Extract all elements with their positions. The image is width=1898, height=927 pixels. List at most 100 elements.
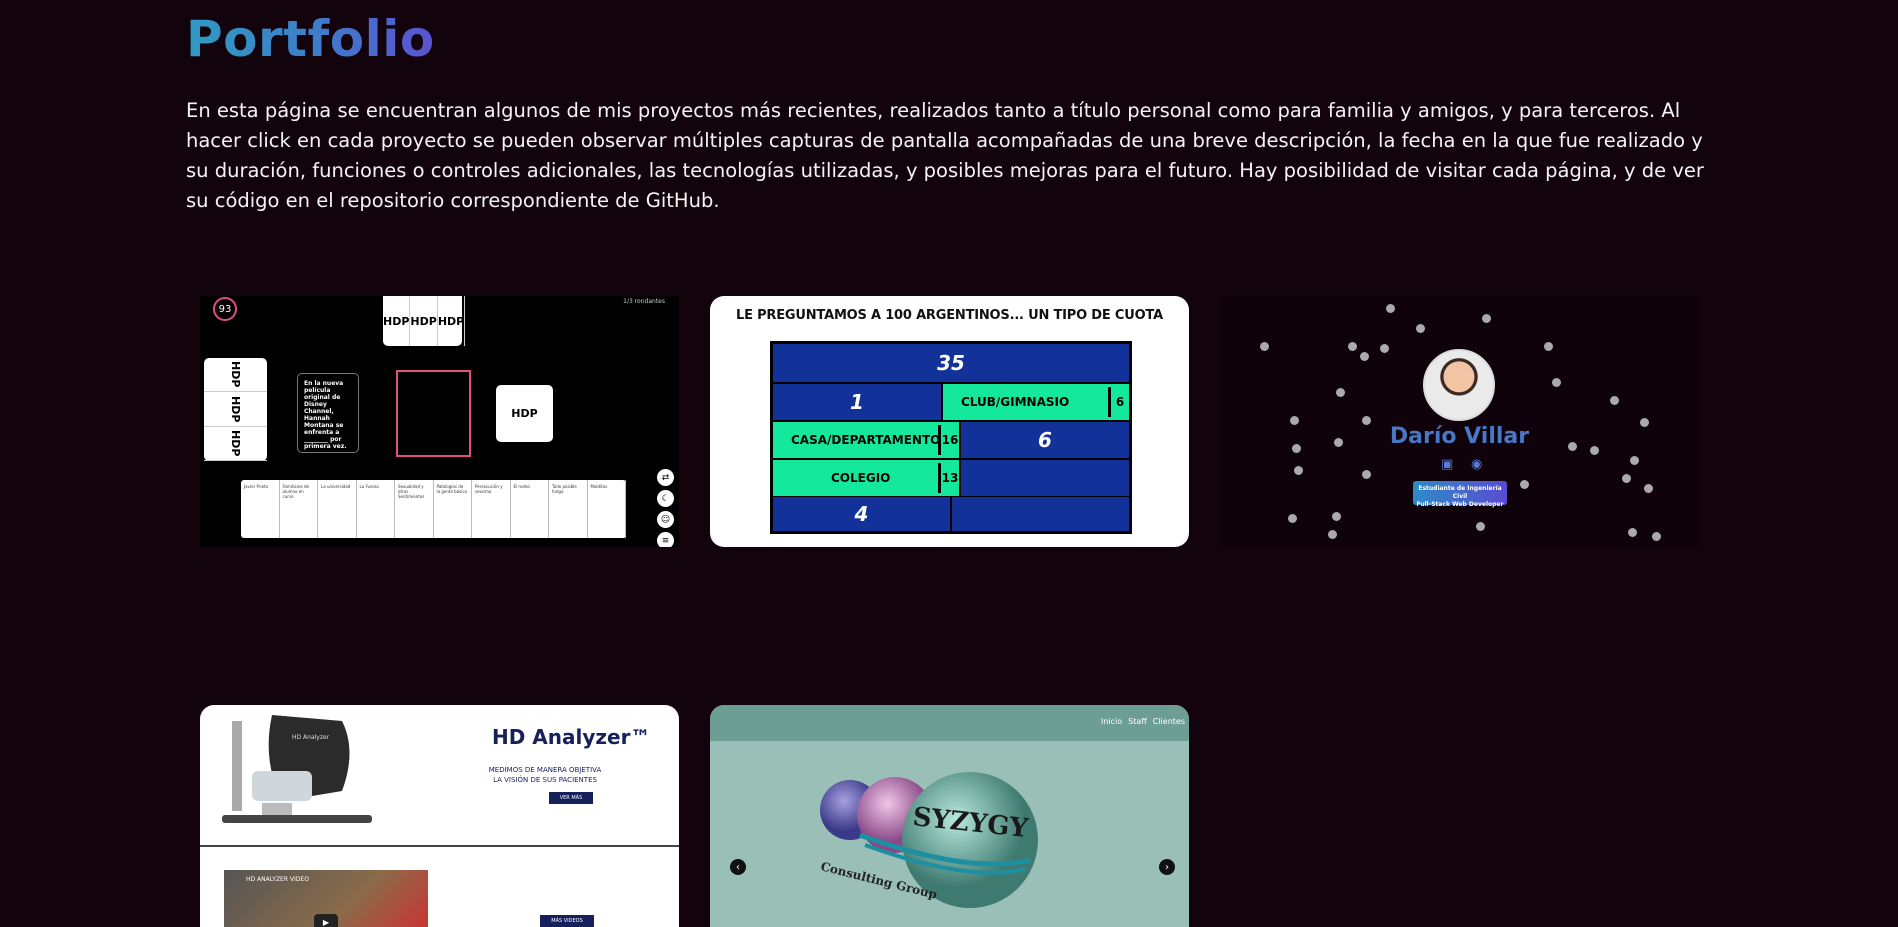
feud-answer: CLUB/GIMNASIO 6 xyxy=(942,383,1130,421)
particle xyxy=(1362,470,1371,479)
table-cell: Todo posible fuego xyxy=(549,480,588,538)
nav-link-clientes: Clientes xyxy=(1152,717,1185,726)
feud-cell xyxy=(960,459,1130,497)
video-thumbnail: HD ANALYZER VIDEO ▶ xyxy=(224,870,428,927)
github-icon: ◉ xyxy=(1471,457,1483,472)
hdp-card: HDP xyxy=(204,358,267,393)
hdp-card: HDP xyxy=(410,296,438,346)
feud-cell: 1 xyxy=(772,383,942,421)
feud-cell: 4 xyxy=(772,496,951,532)
particle xyxy=(1332,512,1341,521)
site-navbar: Inicio Staff Clientes xyxy=(710,705,1189,741)
feud-points: 13 xyxy=(938,463,959,493)
table-cell: La universidad xyxy=(318,480,357,538)
particle xyxy=(1380,344,1389,353)
feud-answer: CASA/DEPARTAMENTO 16 xyxy=(772,421,960,459)
hdp-card: HDP xyxy=(204,392,267,427)
page-title: Portfolio xyxy=(186,10,435,68)
table-cell: Familiares de alumno en curso xyxy=(280,480,318,538)
role-badge: Estudiante de Ingeniería Civil Full-Stac… xyxy=(1413,481,1507,508)
nav-links: Inicio Staff Clientes xyxy=(1101,717,1185,726)
hd-tagline-line1: MEDIMOS DE MANERA OBJETIVA xyxy=(488,766,602,774)
particle xyxy=(1288,514,1297,523)
particle xyxy=(1348,342,1357,351)
players-label: 1/3 rondantes xyxy=(623,298,665,305)
feud-points: 16 xyxy=(938,425,959,455)
menu-icon: ≡ xyxy=(657,532,674,547)
chevron-right-icon: › xyxy=(1159,859,1175,875)
more-videos-button: MÁS VIDEOS xyxy=(540,915,594,927)
feud-answer-text: CASA/DEPARTAMENTO xyxy=(791,433,941,447)
linkedin-icon: ▣ xyxy=(1441,457,1454,472)
hdp-card: HDP xyxy=(438,296,466,346)
score-badge: 93 xyxy=(213,297,237,321)
particle xyxy=(1644,484,1653,493)
particle xyxy=(1652,532,1661,541)
feud-row: 4 xyxy=(770,496,1132,534)
hdp-card: HDP xyxy=(496,385,553,442)
feud-answer-text: CLUB/GIMNASIO xyxy=(961,395,1070,409)
nav-link-inicio: Inicio xyxy=(1100,717,1123,726)
particle xyxy=(1544,342,1553,351)
particle xyxy=(1552,378,1561,387)
particle xyxy=(1520,480,1529,489)
hd-brand: HD Analyzer™ xyxy=(492,725,651,749)
feud-cell: 6 xyxy=(960,421,1130,459)
device-image: HD Analyzer xyxy=(222,715,372,823)
particle xyxy=(1622,474,1631,483)
particle xyxy=(1630,456,1639,465)
particle xyxy=(1416,324,1425,333)
particle xyxy=(1360,352,1369,361)
hdp-card: HDP xyxy=(204,427,267,461)
particle xyxy=(1386,304,1395,313)
avatar xyxy=(1423,349,1495,421)
table-cell: El rodeo xyxy=(511,480,549,538)
chevron-left-icon: ‹ xyxy=(730,859,746,875)
role-line-2: Full-Stack Web Developer xyxy=(1416,501,1504,508)
project-card-hd-analyzer[interactable]: HD Analyzer HD Analyzer™ MEDIMOS DE MANE… xyxy=(200,705,679,927)
project-card-personal-site[interactable]: Darío Villar ▣ ◉ Estudiante de Ingenierí… xyxy=(1220,296,1699,547)
project-card-syzygy[interactable]: Inicio Staff Clientes ‹ › SYZYGY Consult… xyxy=(710,705,1189,927)
particle xyxy=(1336,388,1345,397)
feud-answer: COLEGIO 13 xyxy=(772,459,960,497)
particle xyxy=(1294,466,1303,475)
syzygy-logo: SYZYGY Consulting Group xyxy=(820,772,1038,908)
shuffle-icon: ⇄ xyxy=(657,469,674,486)
feud-board: 35 1 CLUB/GIMNASIO 6 CASA/DEPARTAMENTO 1… xyxy=(770,341,1132,501)
particle xyxy=(1610,396,1619,405)
table-cell: Patologías de la gente básica xyxy=(434,480,472,538)
particle xyxy=(1482,314,1491,323)
page-intro: En esta página se encuentran algunos de … xyxy=(186,99,1704,212)
nav-link-staff: Staff xyxy=(1128,717,1147,726)
feud-row: CASA/DEPARTAMENTO 16 6 xyxy=(772,421,1130,459)
category-table: Javier Prieto Familiares de alumno en cu… xyxy=(241,480,626,538)
table-cell: Javier Prieto xyxy=(241,480,280,538)
role-line-1: Estudiante de Ingeniería Civil xyxy=(1418,485,1502,500)
particle xyxy=(1628,528,1637,537)
section-divider xyxy=(200,845,679,847)
feud-cell xyxy=(951,496,1130,532)
top-card-stack: HDP HDP HDP xyxy=(383,296,466,346)
table-cell: Sexualidad y otros Sentimientos xyxy=(395,480,434,538)
table-cell: La Fuerza xyxy=(357,480,395,538)
project-card-family-feud[interactable]: LE PREGUNTAMOS A 100 ARGENTINOS... UN TI… xyxy=(710,296,1189,547)
question-card: En la nueva película original de Disney … xyxy=(297,373,359,453)
hd-tagline-line2: LA VISIÓN DE SUS PACIENTES xyxy=(493,776,597,784)
hdp-card: HDP xyxy=(383,296,411,346)
feud-answer-text: COLEGIO xyxy=(831,471,891,485)
left-card-stack: HDP HDP HDP xyxy=(204,358,267,461)
card-drop-slot xyxy=(396,370,471,457)
moon-icon: ☾ xyxy=(657,490,674,507)
table-cell: Malditos xyxy=(588,480,626,538)
video-title: HD ANALYZER VIDEO xyxy=(246,876,309,883)
play-icon: ▶ xyxy=(314,914,338,927)
particle xyxy=(1260,342,1269,351)
bot-icon: ☺ xyxy=(657,511,674,528)
feud-row: COLEGIO 13 xyxy=(772,459,1130,497)
hd-tagline: MEDIMOS DE MANERA OBJETIVA LA VISIÓN DE … xyxy=(470,765,620,785)
particle xyxy=(1476,522,1485,531)
svg-text:HD Analyzer: HD Analyzer xyxy=(292,734,330,741)
feud-total-row: 35 xyxy=(772,343,1130,383)
feud-total: 35 xyxy=(772,343,1130,383)
project-card-card-game[interactable]: 93 1/3 rondantes HDP HDP HDP HDP HDP HDP… xyxy=(200,296,679,547)
